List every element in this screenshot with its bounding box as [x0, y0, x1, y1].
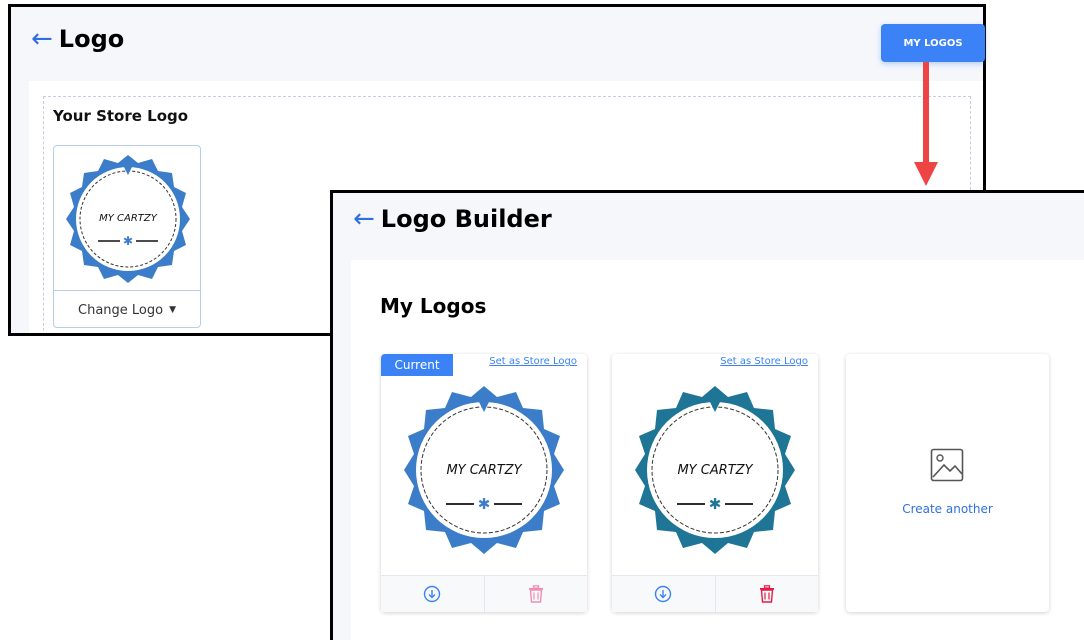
logo-page-header: ← Logo: [31, 25, 124, 53]
store-logo-card: MY CARTZY ✱ Change Logo ▼: [53, 145, 201, 328]
image-placeholder-icon: [930, 448, 964, 482]
download-button[interactable]: [381, 576, 484, 612]
change-logo-label: Change Logo: [78, 302, 164, 318]
logo-builder-header: ← Logo Builder: [353, 205, 552, 233]
svg-text:✱: ✱: [709, 495, 722, 513]
my-logos-title: My Logos: [380, 294, 487, 318]
create-another-label: Create another: [902, 502, 993, 516]
svg-text:✱: ✱: [478, 495, 491, 513]
logo-builder-window: ← Logo Builder My Logos Current Set as S…: [330, 190, 1084, 640]
logo-image: MY CARTZY ✱: [632, 374, 798, 558]
download-button[interactable]: [612, 576, 715, 612]
caret-down-icon: ▼: [169, 305, 176, 315]
logo-text: MY CARTZY: [446, 463, 522, 478]
logo-text: MY CARTZY: [677, 463, 753, 478]
back-arrow-icon[interactable]: ←: [31, 26, 53, 52]
my-logos-button[interactable]: MY LOGOS: [881, 24, 985, 62]
red-arrow-indicator: [914, 62, 938, 186]
current-badge: Current: [381, 354, 453, 376]
set-store-logo-link[interactable]: Set as Store Logo: [489, 356, 577, 367]
trash-icon: [528, 585, 543, 603]
back-arrow-icon[interactable]: ←: [353, 206, 375, 232]
store-logo-text: MY CARTZY: [99, 213, 158, 224]
download-icon: [424, 585, 441, 603]
delete-button[interactable]: [483, 576, 588, 612]
logo-builder-content: My Logos Current Set as Store Logo MY CA…: [351, 260, 1084, 640]
delete-button[interactable]: [714, 576, 819, 612]
logo-card: Set as Store Logo MY CARTZY ✱: [612, 354, 818, 612]
trash-icon: [759, 585, 774, 603]
change-logo-dropdown[interactable]: Change Logo ▼: [54, 290, 200, 329]
store-logo-title: Your Store Logo: [53, 107, 189, 125]
page-title: Logo Builder: [380, 205, 552, 233]
page-title: Logo: [58, 25, 125, 53]
logo-card-current: Current Set as Store Logo MY CARTZY ✱: [381, 354, 587, 612]
download-icon: [655, 585, 672, 603]
store-logo-image: MY CARTZY ✱: [64, 149, 192, 291]
set-store-logo-link[interactable]: Set as Store Logo: [720, 356, 808, 367]
logo-image: MY CARTZY ✱: [401, 374, 567, 558]
card-actions: [612, 575, 818, 612]
card-actions: [381, 575, 587, 612]
create-another-card[interactable]: Create another: [846, 354, 1049, 612]
svg-text:✱: ✱: [123, 234, 133, 248]
